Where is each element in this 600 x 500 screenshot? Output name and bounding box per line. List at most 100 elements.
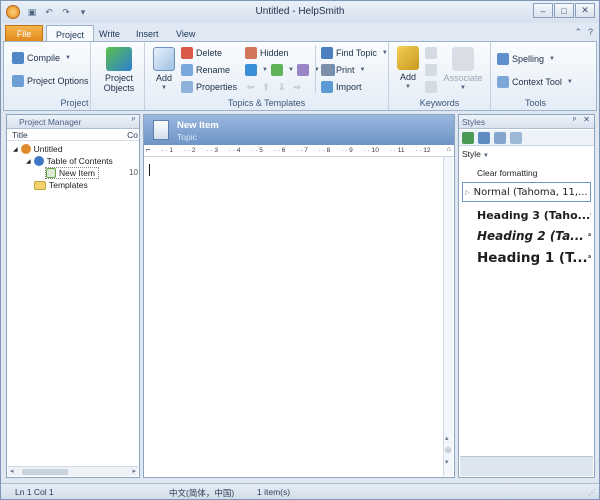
resize-grip-icon[interactable]: ⋰ xyxy=(588,488,596,497)
scroll-left-icon[interactable]: ◂ xyxy=(10,467,14,475)
close-button[interactable]: ✕ xyxy=(575,3,595,18)
style-filter-dropdown[interactable]: Style ▼ xyxy=(462,149,489,159)
add-keyword-button[interactable]: Add ▼ xyxy=(395,46,421,92)
ruler[interactable]: ⌐ · · 1 · · 2 · · 3 · · 4 · · 5 · · 6 · · 7 · ·… xyxy=(144,145,454,157)
browse-object-icon[interactable]: ◎ xyxy=(445,446,451,454)
paragraph-icon: ª xyxy=(588,231,591,241)
column-co[interactable]: Co xyxy=(127,130,138,140)
spelling-button[interactable]: Spelling ▼ xyxy=(497,53,555,65)
close-icon[interactable]: ✕ xyxy=(583,115,590,124)
ruler-mark: · · 12 xyxy=(415,147,431,154)
styles-toolbar xyxy=(459,130,594,146)
pin-icon[interactable]: ᵖ xyxy=(132,115,135,124)
project-options-button[interactable]: Project Options xyxy=(12,75,89,87)
style-item-normal[interactable]: ▷ Normal (Tahoma, 11,... ª xyxy=(462,182,591,202)
style-item-heading1[interactable]: Heading 1 (T... ª xyxy=(462,247,591,269)
title-bar: ▣ ↶ ↷ ▾ Untitled - HelpSmith – □ ✕ xyxy=(1,1,599,23)
input-language[interactable]: 中文(简体，中国) xyxy=(169,487,234,499)
keyword-delete-icon[interactable] xyxy=(425,47,437,59)
import-icon xyxy=(321,81,333,93)
import-button[interactable]: Import xyxy=(321,81,362,93)
ruler-mark: · · 7 xyxy=(296,147,308,154)
separator xyxy=(315,45,316,93)
topic-kind: Topic xyxy=(177,132,197,142)
style-inspector-icon[interactable] xyxy=(494,132,506,144)
group-label-project: Project xyxy=(60,98,89,108)
editor-vertical-scrollbar[interactable]: ▴ ◎ ▾ xyxy=(443,157,453,476)
arrow-right-icon[interactable]: ⇨ xyxy=(294,82,302,93)
find-topic-button[interactable]: Find Topic ▼ xyxy=(321,47,388,59)
delete-button[interactable]: Delete xyxy=(181,47,222,59)
project-objects-button[interactable]: Project Objects xyxy=(99,47,139,93)
ruler-mark: · · 1 xyxy=(161,147,174,154)
print-button[interactable]: Print ▼ xyxy=(321,64,365,76)
arrow-up-icon[interactable]: ⇧ xyxy=(263,82,271,93)
group-project-objects: Project Objects Project xyxy=(60,42,145,110)
cursor-position: Ln 1 Col 1 xyxy=(15,487,54,497)
help-book-icon xyxy=(33,156,44,166)
tree-item-new-item[interactable]: New Item xyxy=(45,167,99,179)
tree-item-toc[interactable]: ◢ Table of Contents xyxy=(26,155,113,167)
pin-icon[interactable]: ᵖ xyxy=(573,115,576,124)
add-topic-button[interactable]: Add ▼ xyxy=(151,47,177,93)
template-icon[interactable] xyxy=(296,64,309,76)
play-icon: ▷ xyxy=(465,189,470,196)
keyword-small-buttons xyxy=(425,47,437,93)
collapse-ribbon-icon[interactable]: ⌃ xyxy=(574,27,582,38)
item-count: 1 item(s) xyxy=(257,487,291,497)
tab-file[interactable]: File xyxy=(5,25,43,42)
style-item-heading3[interactable]: Heading 3 (Taho... ª xyxy=(462,205,591,225)
move-arrows: ⇦ ⇧ ⇩ ⇨ xyxy=(247,82,301,93)
topic-header: New Item Topic xyxy=(144,115,454,145)
new-style-icon[interactable] xyxy=(462,132,474,144)
scroll-right-icon[interactable]: ▸ xyxy=(132,467,136,475)
expand-icon[interactable]: ◢ xyxy=(26,158,31,165)
project-manager-header: Project Manager xyxy=(7,115,139,129)
ribbon-right-controls: ⌃ ? xyxy=(574,27,593,38)
hidden-button[interactable]: Hidden xyxy=(245,47,289,59)
manage-styles-icon[interactable] xyxy=(510,132,522,144)
tab-stop-icon[interactable]: ⌐ xyxy=(146,145,151,154)
expand-icon[interactable]: ◢ xyxy=(13,146,18,153)
style-item-clear[interactable]: Clear formatting xyxy=(462,166,591,180)
maximize-button[interactable]: □ xyxy=(554,3,574,18)
minimize-button[interactable]: – xyxy=(533,3,553,18)
key-icon xyxy=(397,46,419,70)
help-icon[interactable]: ? xyxy=(588,27,593,38)
paragraph-icon: ª xyxy=(588,253,591,263)
rename-button[interactable]: Rename xyxy=(181,64,230,76)
ruler-mark: · · 9 xyxy=(341,147,353,154)
grid-icon[interactable] xyxy=(245,64,257,76)
column-title[interactable]: Title xyxy=(12,130,28,140)
tab-view[interactable]: View xyxy=(167,25,204,42)
style-item-heading2[interactable]: Heading 2 (Ta... ª xyxy=(462,226,591,246)
project-manager-panel: Project Manager ᵖ Title Co ◢ Untitled ◢ … xyxy=(6,114,140,478)
tree-horizontal-scrollbar[interactable]: ◂ ▸ xyxy=(8,466,138,476)
keyword-props-icon[interactable] xyxy=(425,81,437,93)
tree-item-templates[interactable]: Templates xyxy=(34,179,88,191)
tree-column-header: Title Co xyxy=(7,129,139,141)
arrow-left-icon[interactable]: ⇦ xyxy=(247,82,255,93)
edit-style-icon[interactable] xyxy=(478,132,490,144)
arrow-down-icon[interactable]: ⇩ xyxy=(278,82,286,93)
group-label-tools: Tools xyxy=(524,98,546,108)
ruler-mark: · · 4 xyxy=(228,147,241,154)
compile-button[interactable]: Compile ▼ xyxy=(12,52,71,64)
tab-insert[interactable]: Insert xyxy=(127,25,168,42)
editor-content[interactable] xyxy=(144,158,443,477)
context-tool-button[interactable]: Context Tool ▼ xyxy=(497,76,573,88)
styles-preview-area xyxy=(460,456,593,476)
scroll-thumb[interactable] xyxy=(22,469,68,475)
image-icon[interactable] xyxy=(270,64,283,76)
right-margin-icon[interactable]: ⌂ xyxy=(447,146,451,153)
tree-item-project[interactable]: ◢ Untitled xyxy=(13,143,62,155)
keyword-rename-icon[interactable] xyxy=(425,64,437,76)
topic-title: New Item xyxy=(177,120,219,131)
associate-button[interactable]: Associate ▼ xyxy=(441,47,485,93)
scroll-down-icon[interactable]: ▾ xyxy=(445,458,449,466)
properties-button[interactable]: Properties xyxy=(181,81,237,93)
tab-write[interactable]: Write xyxy=(90,25,129,42)
ruler-mark: · · 10 xyxy=(363,147,379,154)
scroll-up-icon[interactable]: ▴ xyxy=(445,434,449,442)
find-topic-icon xyxy=(321,47,333,59)
